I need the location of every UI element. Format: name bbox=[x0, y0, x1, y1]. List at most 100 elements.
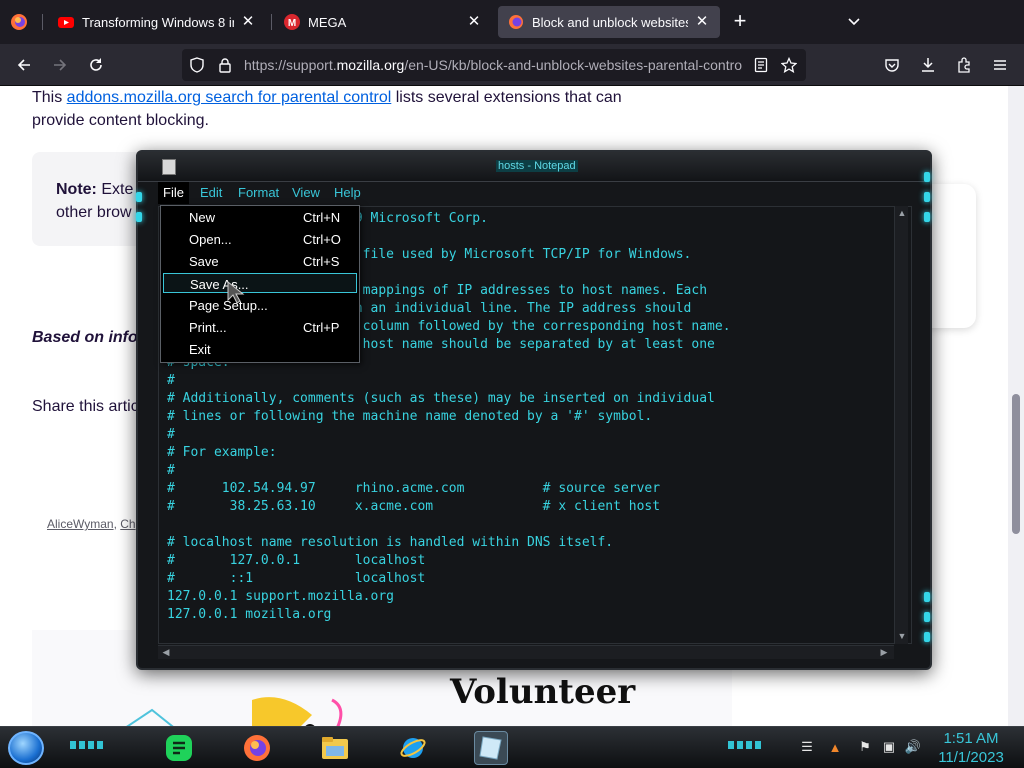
menu-item-shortcut: Ctrl+P bbox=[303, 320, 340, 335]
firefox-icon bbox=[509, 15, 523, 29]
file-menu-page-setup[interactable]: Page Setup... bbox=[163, 295, 357, 315]
taskbar-app-notes[interactable] bbox=[162, 731, 196, 765]
hosts-line: # bbox=[167, 373, 175, 388]
para-text: This bbox=[32, 89, 67, 106]
clock-date: 11/1/2023 bbox=[938, 749, 1004, 766]
reload-button[interactable] bbox=[82, 52, 110, 78]
hosts-line: # For example: bbox=[167, 445, 277, 460]
hosts-line: # bbox=[167, 427, 175, 442]
scroll-left-icon[interactable]: ◀ bbox=[160, 646, 172, 658]
app-menu-button[interactable] bbox=[986, 52, 1014, 78]
internet-explorer-icon bbox=[400, 738, 426, 758]
file-menu-print[interactable]: Print... Ctrl+P bbox=[163, 317, 357, 337]
frame-light bbox=[136, 192, 142, 202]
list-all-tabs-button[interactable] bbox=[843, 10, 865, 34]
menu-edit[interactable]: Edit bbox=[196, 185, 226, 200]
shield-icon[interactable] bbox=[188, 56, 206, 74]
file-menu-exit[interactable]: Exit bbox=[163, 339, 357, 359]
menu-file[interactable]: File bbox=[158, 182, 189, 204]
frame-light bbox=[924, 192, 930, 202]
scroll-right-icon[interactable]: ▶ bbox=[878, 646, 890, 658]
file-menu-new[interactable]: New Ctrl+N bbox=[163, 207, 357, 227]
tab-mega[interactable]: M MEGA ✕ bbox=[274, 6, 492, 38]
file-menu-save[interactable]: Save Ctrl+S bbox=[163, 251, 357, 271]
lock-icon[interactable] bbox=[216, 56, 234, 74]
url-prefix: https://support. bbox=[244, 57, 337, 73]
firefox-view-button[interactable] bbox=[6, 10, 32, 34]
tab-block-websites[interactable]: Block and unblock websites wi ✕ bbox=[498, 6, 720, 38]
hosts-line: # lines or following the machine name de… bbox=[167, 409, 653, 424]
hosts-line: # 127.0.0.1 localhost bbox=[167, 553, 426, 568]
taskbar-app-firefox[interactable] bbox=[240, 731, 274, 765]
contributor-link[interactable]: AliceWyman bbox=[47, 517, 114, 531]
url-text[interactable]: https://support.mozilla.org/en-US/kb/blo… bbox=[244, 57, 746, 75]
address-bar[interactable]: https://support.mozilla.org/en-US/kb/blo… bbox=[182, 49, 806, 81]
file-menu-save-as[interactable]: Save As... bbox=[163, 273, 357, 293]
scroll-down-icon[interactable]: ▼ bbox=[896, 630, 908, 642]
notepad-title: hosts - Notepad bbox=[496, 160, 578, 172]
downloads-button[interactable] bbox=[914, 52, 942, 78]
reader-view-icon[interactable] bbox=[752, 56, 770, 74]
close-icon[interactable]: ✕ bbox=[694, 14, 710, 30]
menu-item-shortcut: Ctrl+O bbox=[303, 232, 341, 247]
tab-separator bbox=[271, 14, 272, 30]
start-button[interactable] bbox=[8, 731, 44, 765]
firefox-icon bbox=[11, 14, 27, 30]
taskbar-app-notepad[interactable] bbox=[474, 731, 508, 765]
scroll-up-icon[interactable]: ▲ bbox=[896, 207, 908, 219]
frame-light bbox=[136, 212, 142, 222]
close-icon[interactable]: ✕ bbox=[240, 14, 256, 30]
arrow-right-icon bbox=[54, 59, 67, 71]
url-suffix: /en-US/kb/block-and-unblock-websites-par… bbox=[404, 57, 743, 73]
file-menu-dropdown: New Ctrl+N Open... Ctrl+O Save Ctrl+S Save … bbox=[160, 205, 360, 363]
forward-button[interactable] bbox=[46, 52, 74, 78]
menu-item-label: New bbox=[189, 210, 216, 225]
mouse-cursor-icon bbox=[227, 280, 245, 304]
taskbar-app-file-explorer[interactable] bbox=[318, 731, 352, 765]
volume-icon[interactable]: 🔊 bbox=[904, 738, 922, 756]
browser-nav-bar: https://support.mozilla.org/en-US/kb/blo… bbox=[0, 44, 1024, 86]
taskbar-light bbox=[70, 741, 106, 749]
network-icon[interactable]: ▣ bbox=[880, 738, 898, 756]
taskbar-light bbox=[728, 741, 764, 749]
frame-light bbox=[924, 592, 930, 602]
menu-item-label: Save bbox=[189, 254, 219, 269]
scrollbar-thumb[interactable] bbox=[1012, 394, 1020, 534]
show-hidden-icons-icon[interactable]: ☰ bbox=[798, 738, 816, 756]
tab-youtube[interactable]: Transforming Windows 8 into V ✕ bbox=[48, 6, 266, 38]
menu-help[interactable]: Help bbox=[330, 185, 365, 200]
intro-paragraph: This addons.mozilla.org search for paren… bbox=[32, 86, 652, 132]
menu-format[interactable]: Format bbox=[234, 185, 283, 200]
pocket-button[interactable] bbox=[878, 52, 906, 78]
menu-item-label: Print... bbox=[189, 320, 227, 335]
notes-app-icon bbox=[166, 735, 192, 761]
app-tray-icon[interactable]: ▲ bbox=[826, 738, 844, 756]
extensions-button[interactable] bbox=[950, 52, 978, 78]
back-button[interactable] bbox=[10, 52, 38, 78]
note-line: other brow bbox=[56, 204, 132, 221]
share-article-heading: Share this artic bbox=[32, 398, 139, 415]
page-scrollbar[interactable] bbox=[1008, 86, 1024, 726]
contributor-link[interactable]: Ch bbox=[120, 517, 135, 531]
notepad-horizontal-scrollbar[interactable]: ◀ ▶ bbox=[158, 645, 894, 659]
bookmark-star-icon[interactable] bbox=[780, 56, 798, 74]
menu-item-label: Open... bbox=[189, 232, 232, 247]
volunteer-heading: Volunteer bbox=[450, 672, 636, 712]
notepad-titlebar[interactable]: hosts - Notepad bbox=[138, 152, 930, 182]
svg-text:M: M bbox=[288, 18, 296, 29]
tab-title: Transforming Windows 8 into V bbox=[82, 14, 234, 30]
close-icon[interactable]: ✕ bbox=[466, 14, 482, 30]
flag-icon[interactable]: ⚑ bbox=[856, 738, 874, 756]
notepad-icon bbox=[162, 159, 176, 175]
new-tab-button[interactable]: + bbox=[729, 10, 751, 34]
file-menu-open[interactable]: Open... Ctrl+O bbox=[163, 229, 357, 249]
taskbar-clock[interactable]: 1:51 AM 11/1/2023 bbox=[936, 729, 1006, 767]
browser-tab-bar: Transforming Windows 8 into V ✕ M MEGA ✕… bbox=[0, 0, 1024, 44]
taskbar-app-internet-explorer[interactable] bbox=[396, 731, 430, 765]
notepad-vertical-scrollbar[interactable]: ▲ ▼ bbox=[894, 206, 908, 644]
addons-search-link[interactable]: addons.mozilla.org search for parental c… bbox=[67, 89, 392, 106]
url-domain: mozilla.org bbox=[336, 57, 405, 73]
menu-view[interactable]: View bbox=[288, 185, 324, 200]
clock-time: 1:51 AM bbox=[943, 730, 999, 747]
taskbar: ☰ ▲ ⚑ ▣ 🔊 1:51 AM 11/1/2023 bbox=[0, 726, 1024, 768]
